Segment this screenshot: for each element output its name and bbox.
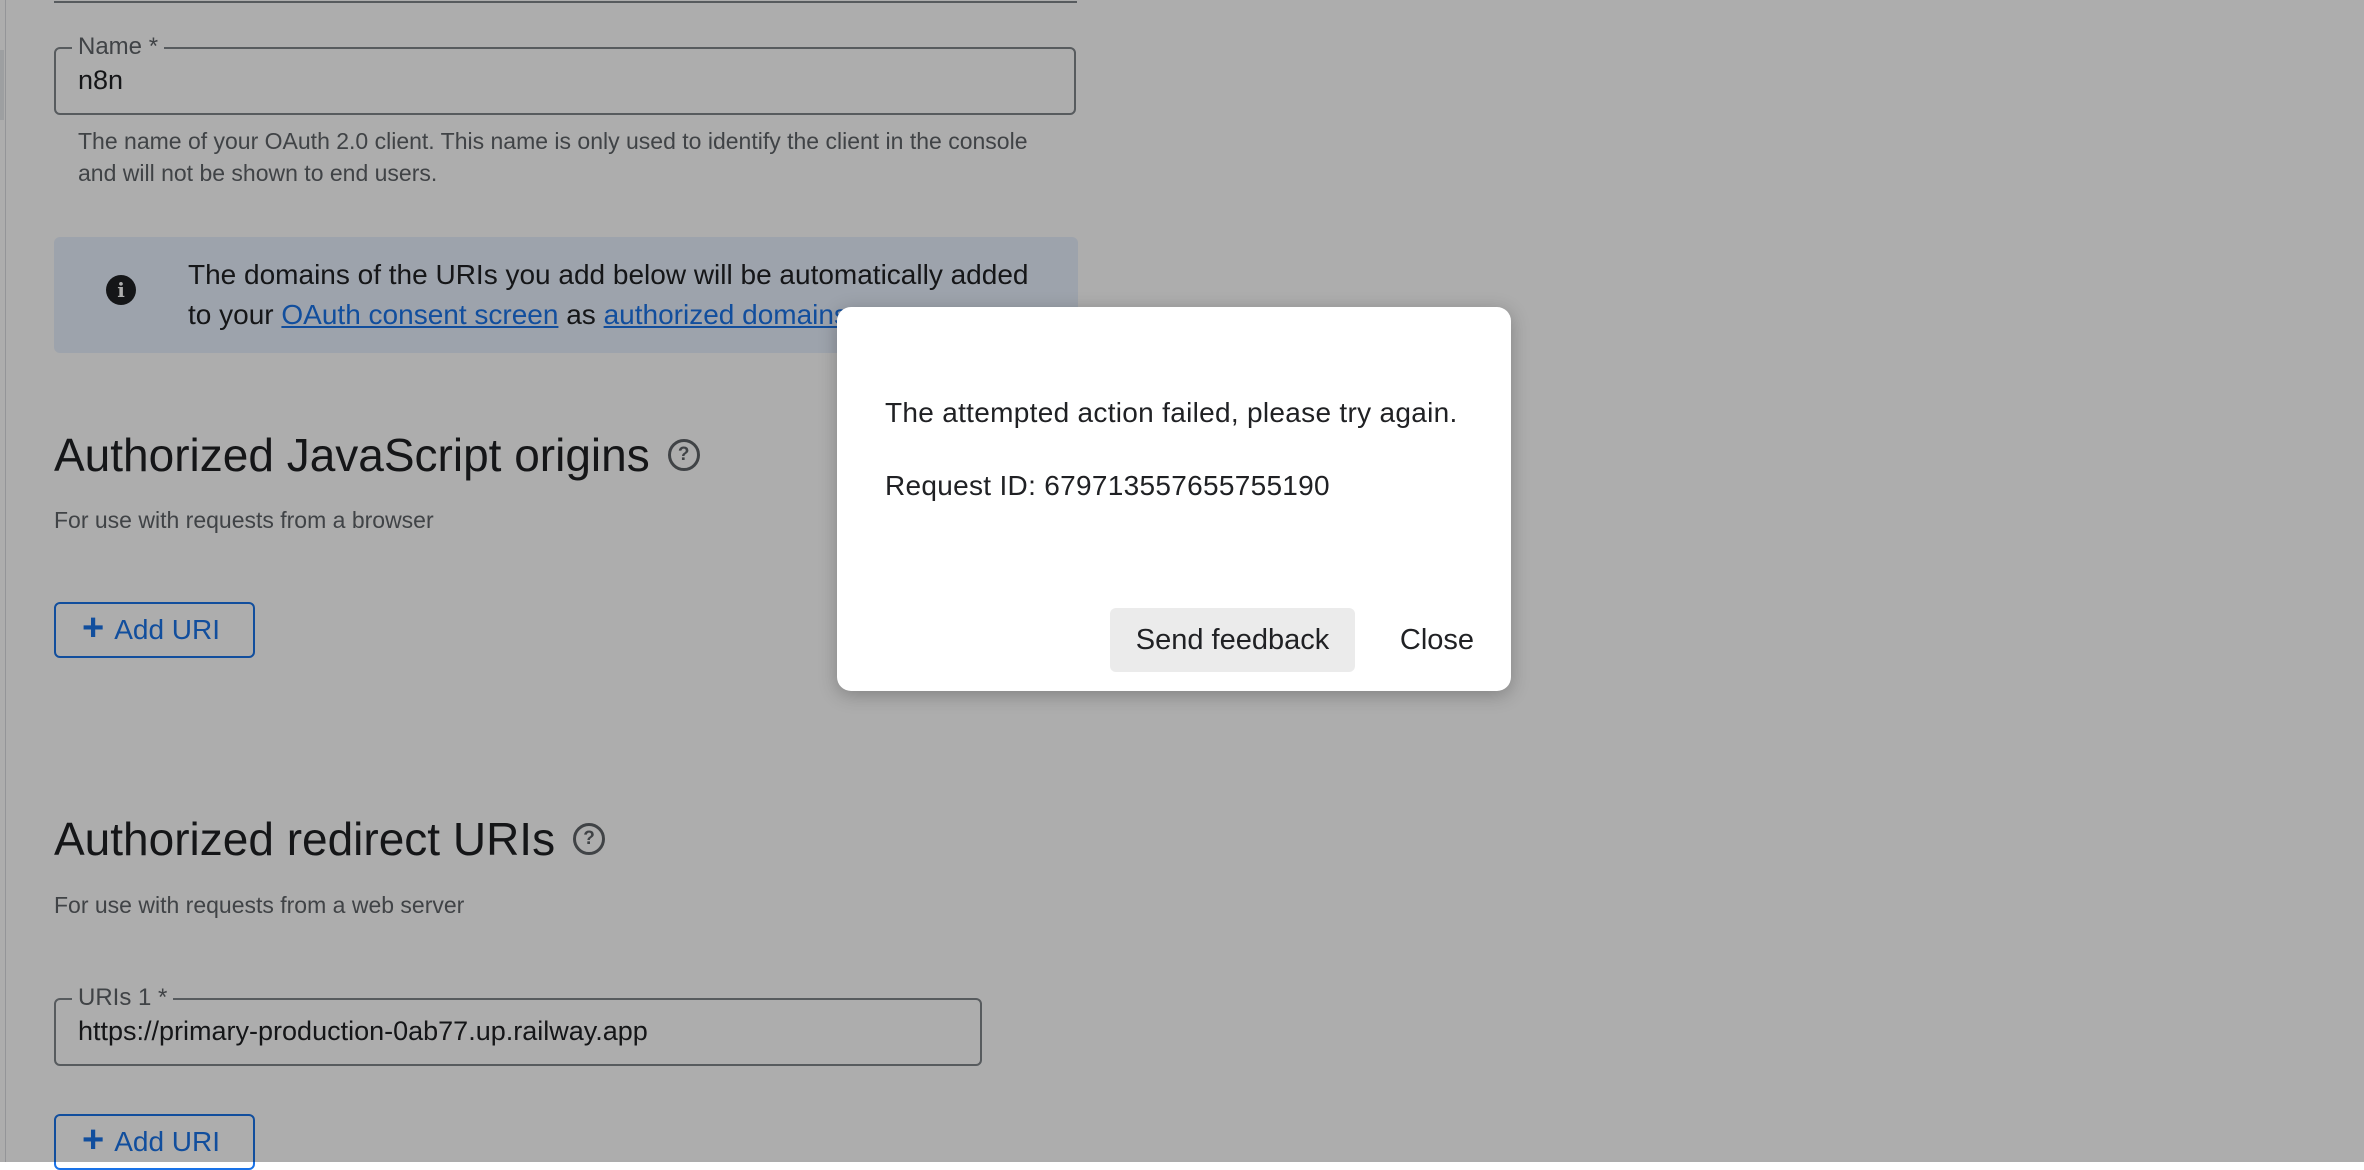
request-id: Request ID: 679713557655755190 (885, 470, 1330, 501)
send-feedback-button[interactable]: Send feedback (1110, 608, 1355, 672)
error-message: The attempted action failed, please try … (885, 397, 1458, 428)
error-dialog: The attempted action failed, please try … (837, 307, 1511, 691)
close-button[interactable]: Close (1387, 608, 1487, 672)
